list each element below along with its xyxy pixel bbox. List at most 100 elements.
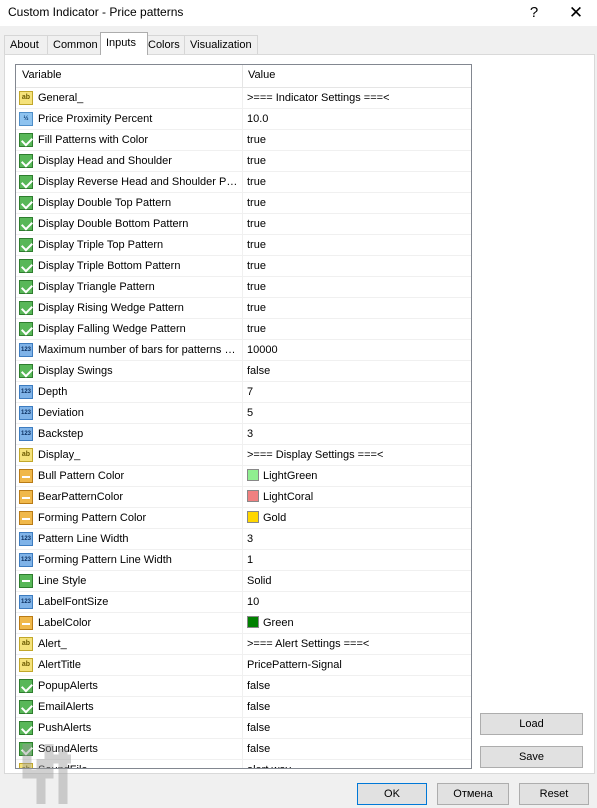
value-cell[interactable] [243,424,471,444]
color-swatch[interactable] [247,511,259,523]
value-cell[interactable] [243,382,471,402]
input-row[interactable]: 123 LabelFontSize 10 [16,592,471,613]
value-cell[interactable] [243,109,471,129]
variable-value[interactable]: false [247,365,270,377]
input-row[interactable]: ab Alert_ >=== Alert Settings ===< [16,634,471,655]
value-cell[interactable] [243,319,471,339]
header-value[interactable]: Value [248,69,275,81]
value-cell[interactable] [243,151,471,171]
input-row[interactable]: Display Falling Wedge Pattern true [16,319,471,340]
input-row[interactable]: Display Double Bottom Pattern true [16,214,471,235]
variable-value[interactable]: false [247,680,270,692]
value-cell[interactable] [243,676,471,696]
input-row[interactable]: Display Triple Top Pattern true [16,235,471,256]
input-row[interactable]: Display Swings false [16,361,471,382]
value-cell[interactable] [243,361,471,381]
close-icon[interactable]: ✕ [561,2,591,24]
input-row[interactable]: Display Double Top Pattern true [16,193,471,214]
value-cell[interactable] [243,256,471,276]
input-row[interactable]: 123 Pattern Line Width 3 [16,529,471,550]
input-row[interactable]: ½ Price Proximity Percent 10.0 [16,109,471,130]
variable-value[interactable]: true [247,239,266,251]
variable-value[interactable]: >=== Indicator Settings ===< [247,92,390,104]
input-row[interactable]: abSoundFilealert.wav [16,760,471,768]
variable-value[interactable]: 3 [247,533,253,545]
input-row[interactable]: PopupAlerts false [16,676,471,697]
variable-value[interactable]: Gold [263,512,286,524]
value-cell[interactable] [243,718,471,738]
value-cell[interactable] [243,529,471,549]
input-row[interactable]: 123 Deviation 5 [16,403,471,424]
variable-value[interactable]: true [247,302,266,314]
help-icon[interactable]: ? [519,2,549,24]
color-swatch[interactable] [247,616,259,628]
variable-value[interactable]: true [247,281,266,293]
value-cell[interactable] [243,571,471,591]
input-row[interactable]: EmailAlerts false [16,697,471,718]
value-cell[interactable] [243,298,471,318]
variable-value[interactable]: >=== Display Settings ===< [247,449,383,461]
input-row[interactable]: 123 Backstep 3 [16,424,471,445]
variable-value[interactable]: true [247,134,266,146]
variable-value[interactable]: 10.0 [247,113,268,125]
input-row[interactable]: ab Display_ >=== Display Settings ===< [16,445,471,466]
input-row[interactable]: ab AlertTitle PricePattern-Signal [16,655,471,676]
value-cell[interactable] [243,739,471,759]
variable-value[interactable]: true [247,218,266,230]
cancel-button[interactable]: Отмена [437,783,509,805]
ok-button[interactable]: OK [357,783,427,805]
input-row[interactable]: 123 Depth 7 [16,382,471,403]
input-row[interactable]: ab General_ >=== Indicator Settings ===< [16,88,471,109]
value-cell[interactable] [243,403,471,423]
variable-value[interactable]: 1 [247,554,253,566]
tab-about[interactable]: About [4,35,48,54]
value-cell[interactable] [243,277,471,297]
reset-button[interactable]: Reset [519,783,589,805]
input-row[interactable]: PushAlerts false [16,718,471,739]
value-cell[interactable] [243,697,471,717]
tab-inputs[interactable]: Inputs [100,32,148,55]
input-row[interactable]: Line Style Solid [16,571,471,592]
input-row[interactable]: 123 Maximum number of bars for patterns s… [16,340,471,361]
load-button[interactable]: Load [480,713,583,735]
value-cell[interactable] [243,214,471,234]
value-cell[interactable] [243,592,471,612]
variable-value[interactable]: 5 [247,407,253,419]
value-cell[interactable] [243,193,471,213]
variable-value[interactable]: PricePattern-Signal [247,659,342,671]
input-row[interactable]: Display Rising Wedge Pattern true [16,298,471,319]
input-row[interactable]: Forming Pattern Color Gold [16,508,471,529]
input-row[interactable]: Bull Pattern Color LightGreen [16,466,471,487]
input-row[interactable]: Display Triangle Pattern true [16,277,471,298]
variable-value[interactable]: 7 [247,386,253,398]
value-cell[interactable] [243,172,471,192]
tab-common[interactable]: Common [47,35,102,54]
input-row[interactable]: LabelColor Green [16,613,471,634]
color-swatch[interactable] [247,490,259,502]
variable-value[interactable]: Green [263,617,294,629]
variable-value[interactable]: true [247,176,266,188]
value-cell[interactable] [243,130,471,150]
variable-value[interactable]: true [247,197,266,209]
variable-value[interactable]: false [247,743,270,755]
input-row[interactable]: Display Triple Bottom Pattern true [16,256,471,277]
color-swatch[interactable] [247,469,259,481]
tab-colors[interactable]: Colors [142,35,185,54]
variable-value[interactable]: 10000 [247,344,278,356]
variable-value[interactable]: LightGreen [263,470,317,482]
input-row[interactable]: Display Reverse Head and Shoulder Pat...… [16,172,471,193]
save-button[interactable]: Save [480,746,583,768]
variable-value[interactable]: true [247,323,266,335]
variable-value[interactable]: Solid [247,575,271,587]
input-row[interactable]: Display Head and Shoulder true [16,151,471,172]
header-variable[interactable]: Variable [22,69,62,81]
variable-value[interactable]: 10 [247,596,259,608]
variable-value[interactable]: >=== Alert Settings ===< [247,638,369,650]
variable-value[interactable]: true [247,155,266,167]
value-cell[interactable] [243,235,471,255]
input-row[interactable]: SoundAlerts false [16,739,471,760]
variable-value[interactable]: LightCoral [263,491,313,503]
header-divider[interactable] [242,65,243,87]
variable-value[interactable]: false [247,722,270,734]
variable-value[interactable]: true [247,260,266,272]
